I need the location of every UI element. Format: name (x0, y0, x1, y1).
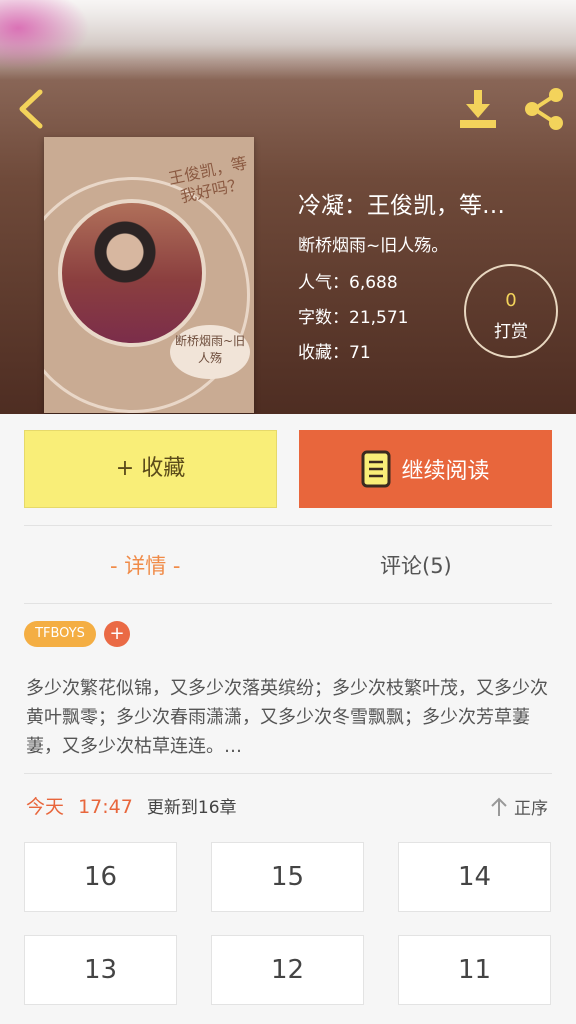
chapter-button[interactable]: 15 (211, 842, 364, 912)
chapter-button[interactable]: 13 (24, 935, 177, 1005)
sort-label: 正序 (514, 799, 548, 819)
update-day: 今天 (26, 796, 65, 818)
book-favorites: 收藏：71 (298, 343, 371, 363)
download-button[interactable] (456, 88, 500, 132)
book-word-count: 字数：21,571 (298, 308, 409, 328)
download-icon (460, 90, 496, 128)
pink-decoration (0, 0, 90, 70)
share-icon (525, 88, 563, 130)
book-summary[interactable]: 多少次繁花似锦，又多少次落英缤纷；多少次枝繁叶茂，又多少次黄叶飘零；多少次春雨潇… (26, 674, 550, 761)
cover-title: 王俊凯，等我好吗？ (166, 153, 249, 207)
reward-button[interactable]: 0 打赏 (464, 264, 558, 358)
divider (24, 773, 552, 774)
arrow-up-icon (491, 797, 507, 816)
update-text: 更新到16章 (146, 798, 237, 818)
book-author[interactable]: 断桥烟雨~旧人殇。 (298, 231, 448, 256)
chevron-left-icon (19, 89, 43, 129)
add-tag-button[interactable]: + (104, 621, 130, 647)
book-header: 王俊凯，等我好吗？ 断桥烟雨~旧人殇 冷凝：王俊凯，等… 断桥烟雨~旧人殇。 人… (0, 0, 576, 414)
chapter-button[interactable]: 12 (211, 935, 364, 1005)
book-cover[interactable]: 王俊凯，等我好吗？ 断桥烟雨~旧人殇 (44, 137, 254, 413)
book-title: 冷凝：王俊凯，等… (298, 193, 505, 219)
sort-toggle[interactable]: 正序 (488, 794, 548, 819)
share-button[interactable] (520, 86, 568, 132)
tab-comments[interactable]: 评论(5) (380, 550, 452, 580)
back-button[interactable] (12, 86, 52, 132)
cover-photo (58, 199, 206, 347)
continue-reading-button[interactable]: 继续阅读 (299, 430, 552, 508)
tag-tfboys[interactable]: TFBOYS (24, 621, 96, 647)
add-to-collection-button[interactable]: + 收藏 (24, 430, 277, 508)
update-info: 今天 17:47 更新到16章 (26, 792, 237, 819)
cover-author-badge: 断桥烟雨~旧人殇 (170, 325, 250, 379)
update-time: 17:47 (78, 796, 133, 818)
chapter-button[interactable]: 16 (24, 842, 177, 912)
continue-reading-label: 继续阅读 (401, 459, 490, 484)
reward-label: 打赏 (494, 322, 528, 342)
book-popularity: 人气：6,688 (298, 273, 398, 293)
chapter-button[interactable]: 14 (398, 842, 551, 912)
chapter-button[interactable]: 11 (398, 935, 551, 1005)
divider (24, 525, 552, 526)
book-icon (361, 450, 391, 488)
tab-details[interactable]: - 详情 - (110, 550, 181, 580)
divider (24, 603, 552, 604)
reward-count: 0 (505, 290, 517, 311)
